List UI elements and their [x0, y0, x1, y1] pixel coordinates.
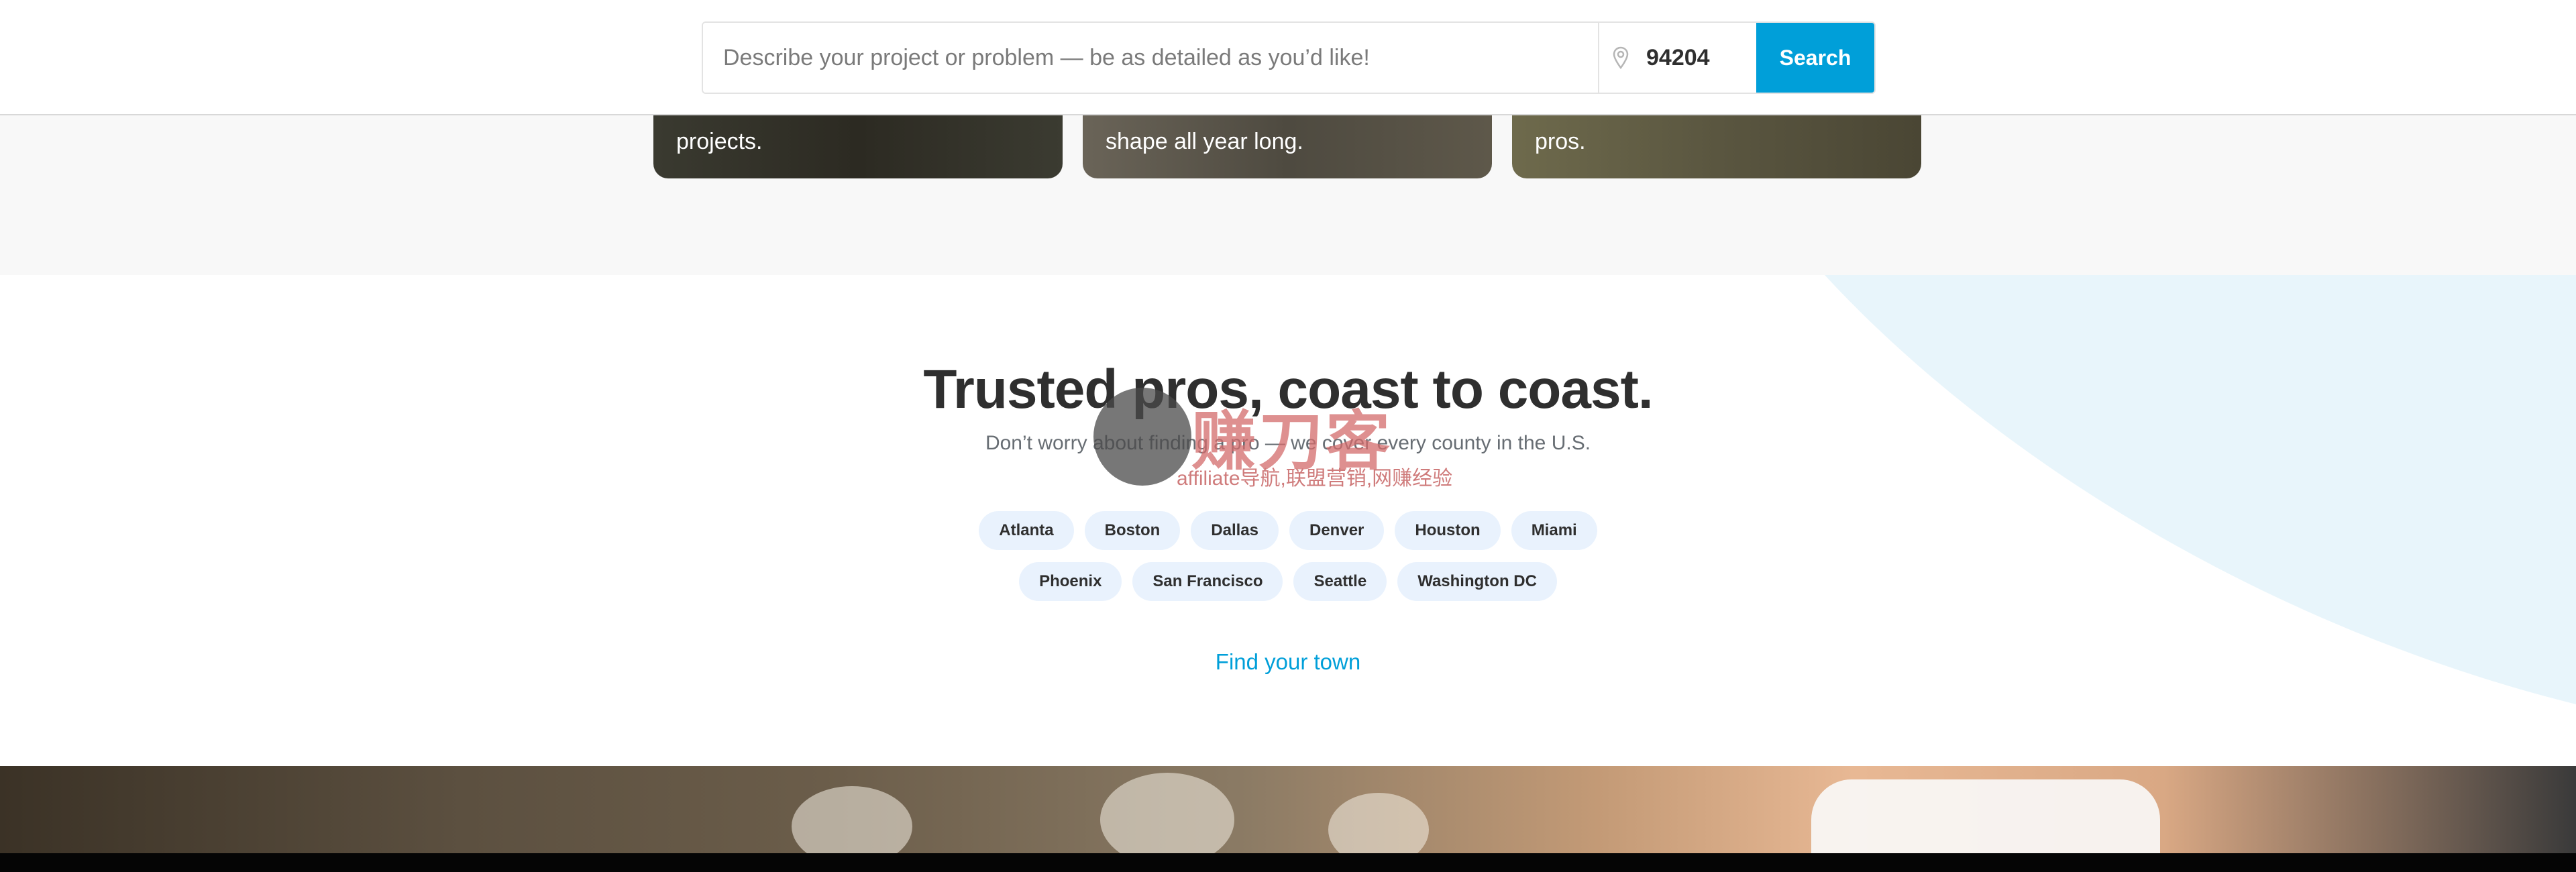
hero-photo-strip — [0, 766, 2576, 853]
city-chip-houston[interactable]: Houston — [1395, 511, 1501, 550]
city-chip-denver[interactable]: Denver — [1289, 511, 1385, 550]
city-chip-atlanta[interactable]: Atlanta — [979, 511, 1074, 550]
category-card[interactable]: projects. — [653, 115, 1063, 178]
category-card[interactable]: pros. — [1512, 115, 1921, 178]
photo-highlight — [792, 786, 912, 853]
city-chip-dallas[interactable]: Dallas — [1191, 511, 1279, 550]
decorative-curve — [1825, 275, 2576, 704]
search-button[interactable]: Search — [1756, 23, 1874, 93]
top-header: Search — [0, 0, 2576, 115]
card-text: pros. — [1535, 129, 1586, 154]
project-search-input[interactable] — [703, 23, 1599, 93]
watermark-subtitle: affiliate导航,联盟营销,网赚经验 — [1177, 468, 1453, 490]
location-pin-icon — [1613, 44, 1634, 71]
trusted-pros-section: Trusted pros, coast to coast. Don’t worr… — [0, 275, 2576, 766]
watermark: 赚刀客 affiliate导航,联盟营销,网赚经验 — [1093, 381, 1476, 495]
city-list-row-2: Phoenix San Francisco Seattle Washington… — [0, 562, 2576, 601]
photo-highlight — [1328, 793, 1429, 853]
city-chip-washington-dc[interactable]: Washington DC — [1397, 562, 1557, 601]
bottom-bar — [0, 853, 2576, 872]
zip-input[interactable] — [1646, 44, 1754, 71]
photo-highlight — [1100, 773, 1234, 853]
card-text: projects. — [676, 129, 763, 154]
city-chip-boston[interactable]: Boston — [1084, 511, 1181, 550]
category-card[interactable]: shape all year long. — [1083, 115, 1492, 178]
find-your-town-link[interactable]: Find your town — [0, 649, 2576, 675]
zip-field[interactable] — [1599, 23, 1756, 93]
card-text: shape all year long. — [1106, 129, 1303, 154]
category-cards-band: projects. shape all year long. pros. — [0, 115, 2576, 275]
city-chip-miami[interactable]: Miami — [1511, 511, 1597, 550]
city-chip-phoenix[interactable]: Phoenix — [1019, 562, 1122, 601]
search-bar: Search — [702, 21, 1876, 94]
city-chip-san-francisco[interactable]: San Francisco — [1132, 562, 1283, 601]
photo-highlight — [1811, 779, 2160, 853]
city-list-row-1: Atlanta Boston Dallas Denver Houston Mia… — [0, 511, 2576, 550]
city-chip-seattle[interactable]: Seattle — [1293, 562, 1387, 601]
